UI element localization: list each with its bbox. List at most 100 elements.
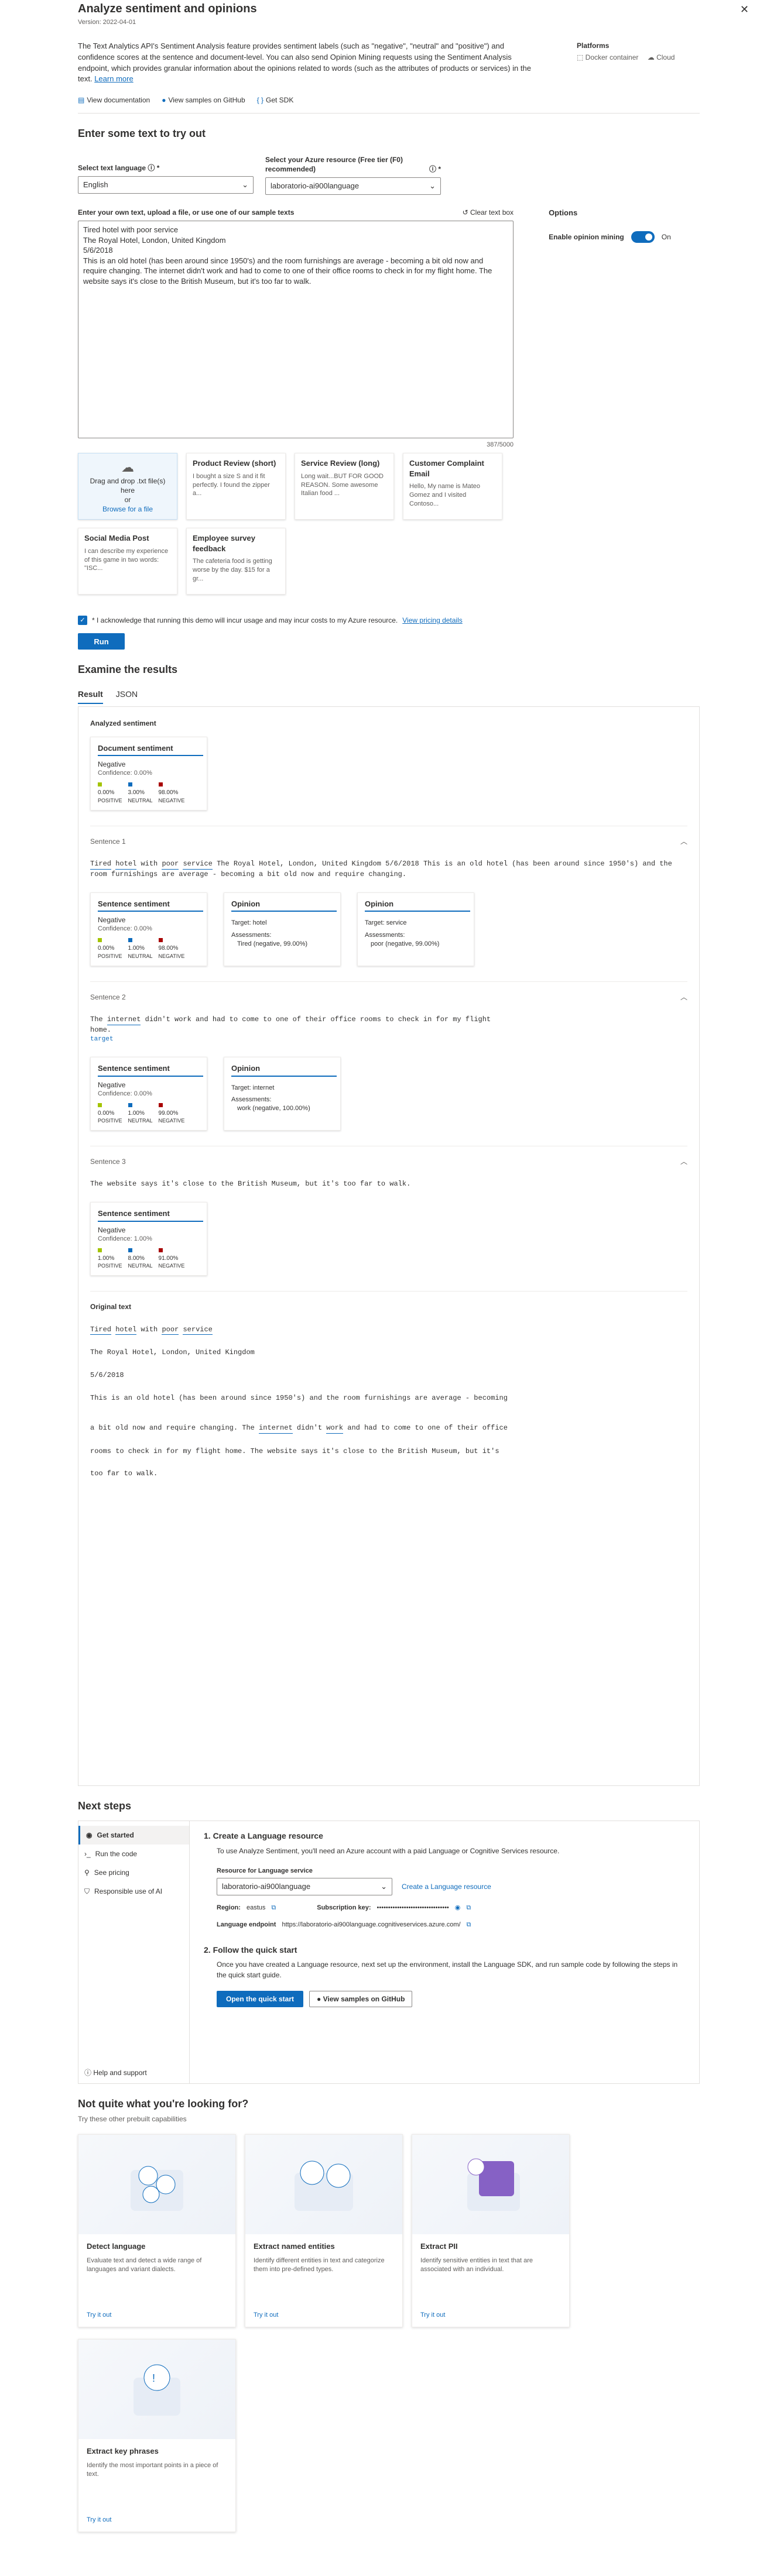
create-resource-link[interactable]: Create a Language resource bbox=[402, 1882, 491, 1891]
shield-icon: ⛉ bbox=[84, 1887, 90, 1896]
sentence-text: Tired hotel with poor service The Royal … bbox=[90, 859, 672, 878]
learn-more-link[interactable]: Learn more bbox=[94, 74, 133, 83]
sample-product-review[interactable]: Product Review (short) I bought a size S… bbox=[186, 453, 286, 520]
nav-get-started[interactable]: ◉ Get started bbox=[78, 1825, 189, 1845]
view-documentation-link[interactable]: ▤ View documentation bbox=[78, 95, 150, 105]
target-token: service bbox=[183, 859, 213, 870]
sentence-text: The internet didn't work and had to come… bbox=[90, 1015, 687, 1044]
language-label: Select text language ⓘ * bbox=[78, 163, 160, 172]
card-extract-key-phrases[interactable]: ! Extract key phrases Identify the most i… bbox=[78, 2339, 236, 2533]
next-steps-nav: ◉ Get started ›_ Run the code ⚲ See pricing… bbox=[78, 1821, 190, 2083]
docker-icon: ⬚ bbox=[577, 53, 586, 62]
info-icon: ⓘ bbox=[148, 163, 155, 172]
view-samples-github-link[interactable]: ● View samples on GitHub bbox=[162, 95, 245, 105]
code-icon: ›_ bbox=[84, 1849, 91, 1858]
assessment-token: poor bbox=[162, 859, 179, 870]
platforms: Platforms ⬚ Docker container ☁ Cloud bbox=[577, 41, 700, 85]
tab-json[interactable]: JSON bbox=[116, 689, 138, 705]
description-text: The Text Analytics API's Sentiment Analy… bbox=[78, 41, 531, 84]
upload-title: Drag and drop .txt file(s) here bbox=[90, 476, 166, 494]
sentence-2-block: Sentence 2 ︿ The internet didn't work and… bbox=[90, 981, 687, 1131]
copy-icon[interactable]: ⧉ bbox=[271, 1904, 276, 1912]
step-1-title: 1. Create a Language resource bbox=[204, 1830, 323, 1840]
sample-social-media[interactable]: Social Media Post I can describe my expe… bbox=[78, 528, 177, 595]
platform-docker: ⬚ Docker container bbox=[577, 53, 639, 62]
score-neutral: 3.00% NEUTRAL bbox=[128, 782, 153, 804]
card-detect-language[interactable]: Detect language Evaluate text and detect … bbox=[78, 2134, 236, 2328]
resource-dropdown-2[interactable]: laboratorio-ai900language ⌄ bbox=[217, 1877, 392, 1895]
score-bars: 0.00% POSITIVE 3.00% NEUTRAL 98.00% NEGATIV… bbox=[98, 782, 200, 804]
close-icon[interactable]: ✕ bbox=[740, 2, 749, 16]
sentence-cards: Sentence sentiment Negative Confidence: … bbox=[90, 1057, 687, 1131]
try-it-out-link[interactable]: Try it out bbox=[254, 2311, 278, 2320]
target-token: internet bbox=[107, 1015, 141, 1025]
score-negative: 98.00% NEGATIVE bbox=[158, 782, 184, 804]
language-dropdown[interactable]: English ⌄ bbox=[78, 176, 254, 194]
rocket-icon: ◉ bbox=[86, 1830, 93, 1839]
description: The Text Analytics API's Sentiment Analy… bbox=[78, 41, 540, 85]
chevron-up-icon[interactable]: ︿ bbox=[680, 992, 687, 1002]
divider bbox=[78, 113, 700, 114]
file-upload-zone[interactable]: ☁ Drag and drop .txt file(s) here or Bro… bbox=[78, 453, 177, 520]
card-extract-pii[interactable]: Extract PII Identify sensitive entities i… bbox=[412, 2134, 570, 2328]
cloud-icon: ☁ bbox=[647, 53, 657, 62]
chevron-up-icon[interactable]: ︿ bbox=[680, 837, 687, 846]
endpoint-row: Language endpoint https://laboratorio-ai… bbox=[217, 1921, 471, 1929]
editor-label: Enter your own text, upload a file, or u… bbox=[78, 208, 295, 217]
text-line: Tired hotel with poor service bbox=[83, 225, 179, 235]
score-positive: 0.00% POSITIVE bbox=[98, 782, 122, 804]
original-text-label: Original text bbox=[90, 1303, 132, 1311]
get-sdk-link[interactable]: { } Get SDK bbox=[257, 95, 294, 105]
opinion-mining-label: Enable opinion mining bbox=[549, 232, 624, 241]
github-icon: ● bbox=[162, 96, 166, 105]
opinion-mining-row: Enable opinion mining On bbox=[549, 231, 700, 243]
char-counter: 387/5000 bbox=[487, 441, 514, 449]
pii-illustration bbox=[412, 2135, 569, 2235]
sentence-sentiment-card: Sentence sentiment Negative Confidence: … bbox=[90, 892, 207, 966]
upload-cloud-icon: ☁ bbox=[121, 459, 134, 475]
chevron-up-icon[interactable]: ︿ bbox=[680, 1157, 687, 1166]
try-it-out-link[interactable]: Try it out bbox=[420, 2311, 445, 2320]
eye-icon[interactable]: ◉ bbox=[455, 1904, 461, 1912]
resource-label: Select your Azure resource (Free tier (F… bbox=[265, 155, 441, 173]
sentence-header: Sentence 3 ︿ bbox=[90, 1157, 687, 1166]
pricing-details-link[interactable]: View pricing details bbox=[402, 616, 463, 625]
sentence-1-block: Sentence 1 ︿ Tired hotel with poor servic… bbox=[90, 825, 687, 966]
copy-icon[interactable]: ⧉ bbox=[467, 1921, 471, 1929]
copy-icon[interactable]: ⧉ bbox=[466, 1904, 471, 1912]
result-tabs: Result JSON bbox=[78, 689, 700, 705]
try-it-out-link[interactable]: Try it out bbox=[87, 2311, 111, 2320]
tab-result[interactable]: Result bbox=[78, 689, 103, 705]
opinion-mining-toggle[interactable] bbox=[631, 231, 655, 243]
sample-employee-survey[interactable]: Employee survey feedback The cafeteria f… bbox=[186, 528, 286, 595]
view-github-button[interactable]: ● View samples on GitHub bbox=[309, 1991, 413, 2008]
toggle-state: On bbox=[661, 232, 671, 241]
chevron-down-icon: ⌄ bbox=[429, 181, 436, 191]
nav-responsible-ai[interactable]: ⛉ Responsible use of AI bbox=[78, 1882, 189, 1901]
platforms-label: Platforms bbox=[577, 41, 610, 50]
prebuilt-subheading: Try these other prebuilt capabilities bbox=[78, 2115, 187, 2124]
open-quickstart-button[interactable]: Open the quick start bbox=[217, 1991, 304, 2008]
original-text: Tired hotel with poor service The Royal … bbox=[90, 1325, 508, 1478]
resource-select-block: Select your Azure resource (Free tier (F… bbox=[265, 155, 441, 195]
try-it-out-link[interactable]: Try it out bbox=[87, 2516, 111, 2525]
run-button[interactable]: Run bbox=[78, 633, 125, 650]
browse-file-link[interactable]: Browse for a file bbox=[102, 504, 153, 514]
clear-text-button[interactable]: ↺ Clear text box bbox=[463, 208, 514, 217]
options-column: Options Enable opinion mining On bbox=[549, 208, 700, 449]
upload-or: or bbox=[124, 495, 131, 504]
text-input-area[interactable]: Tired hotel with poor service The Royal … bbox=[78, 221, 514, 439]
resource-dropdown[interactable]: laboratorio-ai900language ⌄ bbox=[265, 177, 441, 195]
nav-see-pricing[interactable]: ⚲ See pricing bbox=[78, 1863, 189, 1882]
sample-customer-complaint[interactable]: Customer Complaint Email Hello, My name … bbox=[403, 453, 502, 520]
nav-run-code[interactable]: ›_ Run the code bbox=[78, 1845, 189, 1863]
sample-service-review[interactable]: Service Review (long) Long wait...BUT FO… bbox=[295, 453, 394, 520]
acknowledge-checkbox[interactable]: ✓ bbox=[78, 616, 87, 626]
pricing-icon: ⚲ bbox=[84, 1869, 90, 1877]
svg-text:!: ! bbox=[152, 2372, 155, 2384]
document-sentiment-card: Document sentiment Negative Confidence: … bbox=[90, 736, 207, 810]
next-steps-heading: Next steps bbox=[78, 1800, 132, 1812]
target-token: hotel bbox=[115, 859, 137, 870]
card-extract-entities[interactable]: Extract named entities Identify different… bbox=[245, 2134, 403, 2328]
help-support-link[interactable]: ⓘ Help and support bbox=[84, 2068, 147, 2077]
